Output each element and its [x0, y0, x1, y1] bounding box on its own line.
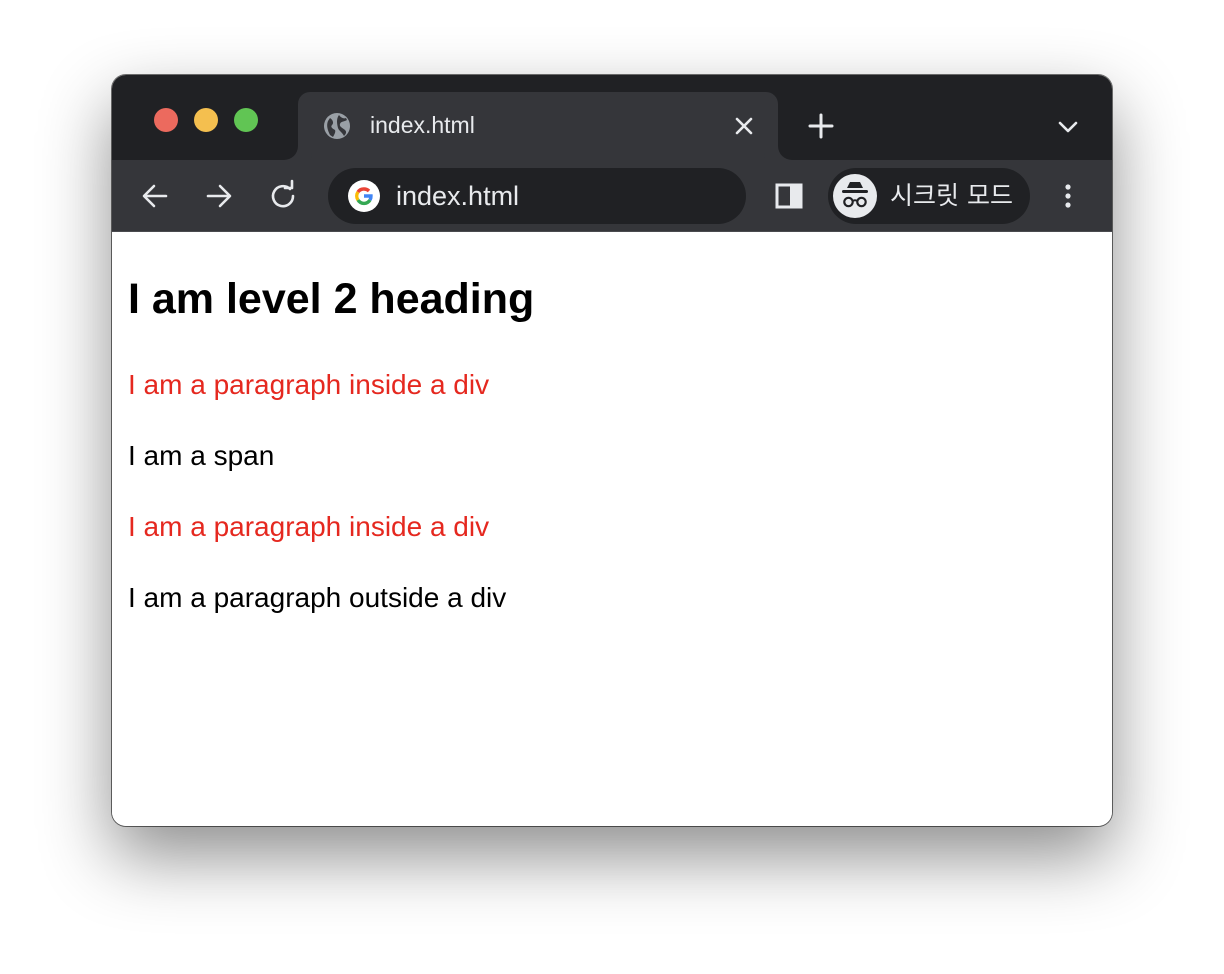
incognito-profile-button[interactable]: 시크릿 모드 — [828, 168, 1030, 224]
incognito-avatar — [833, 174, 877, 218]
page-content: I am level 2 heading I am a paragraph in… — [112, 233, 1112, 826]
tab-title: index.html — [370, 112, 475, 138]
incognito-label: 시크릿 모드 — [890, 181, 1013, 210]
side-panel-icon[interactable] — [774, 181, 804, 211]
tab-index-html[interactable]: index.html — [298, 92, 778, 160]
chevron-down-icon[interactable] — [1056, 115, 1080, 139]
tab-strip: index.html — [112, 75, 1112, 160]
window-minimize-button[interactable] — [194, 108, 218, 132]
address-bar[interactable]: index.html — [328, 168, 746, 224]
more-vert-icon[interactable] — [1056, 180, 1080, 212]
outside-paragraph: I am a paragraph outside a div — [128, 582, 507, 613]
div-paragraph-2: I am a paragraph inside a div — [128, 511, 490, 542]
div-paragraph-1: I am a paragraph inside a div — [128, 369, 490, 400]
forward-arrow-icon[interactable] — [202, 179, 236, 213]
page-heading: I am level 2 heading — [128, 275, 535, 323]
new-tab-plus-icon[interactable] — [806, 111, 836, 141]
incognito-icon — [842, 182, 868, 208]
window-maximize-button[interactable] — [234, 108, 258, 132]
close-icon[interactable] — [732, 114, 756, 138]
back-arrow-icon[interactable] — [138, 179, 172, 213]
address-text: index.html — [396, 181, 520, 211]
window-close-button[interactable] — [154, 108, 178, 132]
reload-icon[interactable] — [267, 179, 301, 213]
globe-icon — [324, 113, 350, 139]
span-text: I am a span — [128, 440, 275, 471]
browser-window: index.html index.html 시크릿 모드 I am level … — [112, 75, 1112, 826]
browser-toolbar: index.html 시크릿 모드 — [112, 160, 1112, 232]
google-icon — [348, 180, 380, 212]
